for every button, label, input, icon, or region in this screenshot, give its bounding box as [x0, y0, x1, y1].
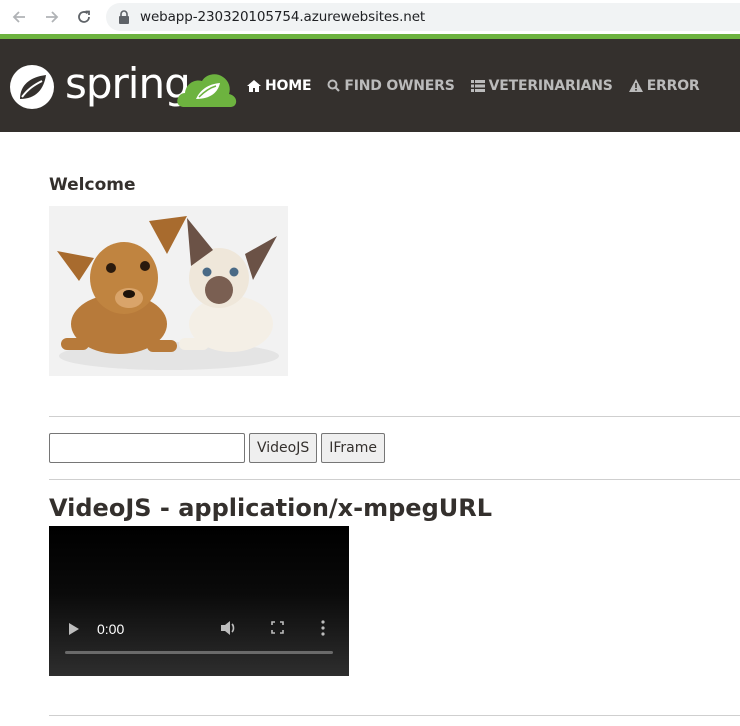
- nav-veterinarians[interactable]: VETERINARIANS: [470, 77, 613, 94]
- divider: [49, 715, 740, 716]
- nav-menu: HOME FIND OWNERS VETERINARIANS ERROR: [247, 39, 716, 132]
- divider: [49, 416, 740, 417]
- url-text[interactable]: webapp-230320105754.azurewebsites.net: [140, 9, 425, 25]
- nav-error-label: ERROR: [646, 77, 700, 94]
- list-icon: [470, 79, 485, 92]
- nav-find-owners-label: FIND OWNERS: [344, 77, 455, 94]
- lock-icon[interactable]: [118, 10, 130, 24]
- navbar: spring HOME FIND OWNERS VETERINARIANS ER…: [0, 39, 740, 132]
- address-bar[interactable]: webapp-230320105754.azurewebsites.net: [106, 3, 740, 31]
- reload-icon[interactable]: [73, 6, 95, 28]
- spring-leaf-icon: [10, 65, 54, 109]
- video-progress-bar[interactable]: [65, 651, 333, 654]
- nav-error[interactable]: ERROR: [628, 77, 700, 94]
- nav-home-label: HOME: [265, 77, 312, 94]
- video-form: VideoJS IFrame: [49, 433, 385, 463]
- nav-veterinarians-label: VETERINARIANS: [488, 77, 613, 94]
- browser-toolbar: webapp-230320105754.azurewebsites.net: [0, 0, 740, 34]
- more-options-icon[interactable]: [321, 620, 325, 641]
- video-time: 0:00: [97, 621, 125, 637]
- play-icon[interactable]: [68, 622, 80, 641]
- video-section-title: VideoJS - application/x-mpegURL: [49, 494, 493, 522]
- warning-icon: [628, 79, 643, 92]
- nav-home[interactable]: HOME: [247, 77, 312, 94]
- home-icon: [247, 79, 261, 92]
- page-title: Welcome: [49, 175, 136, 195]
- pets-image: [49, 206, 288, 376]
- spring-cloud-icon: [177, 74, 237, 107]
- divider: [49, 479, 740, 480]
- volume-icon[interactable]: [220, 620, 237, 641]
- video-url-input[interactable]: [49, 433, 245, 463]
- back-icon[interactable]: [8, 6, 30, 28]
- search-icon: [327, 79, 341, 92]
- forward-icon[interactable]: [41, 6, 63, 28]
- videojs-button[interactable]: VideoJS: [249, 433, 318, 463]
- nav-find-owners[interactable]: FIND OWNERS: [327, 77, 455, 94]
- fullscreen-icon[interactable]: [271, 621, 284, 639]
- iframe-button[interactable]: IFrame: [321, 433, 385, 463]
- video-player[interactable]: 0:00: [49, 526, 349, 676]
- brand-name: spring: [65, 59, 191, 108]
